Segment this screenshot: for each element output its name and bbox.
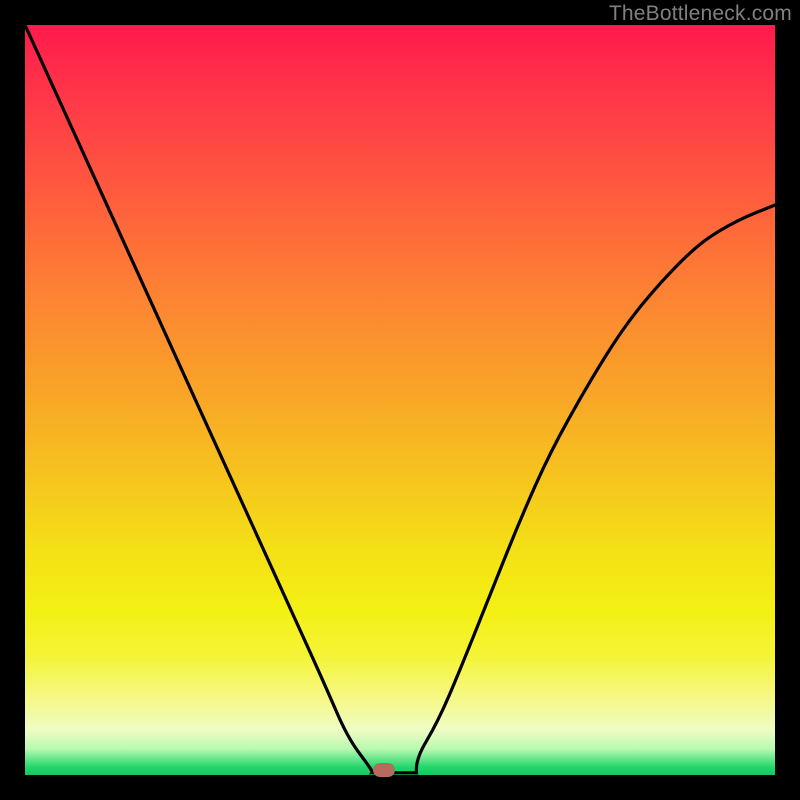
chart-stage: TheBottleneck.com bbox=[0, 0, 800, 800]
optimum-marker-icon bbox=[373, 763, 395, 777]
watermark-text: TheBottleneck.com bbox=[609, 2, 792, 26]
bottleneck-curve bbox=[25, 25, 775, 775]
curve-path bbox=[25, 25, 775, 773]
plot-area bbox=[25, 25, 775, 775]
